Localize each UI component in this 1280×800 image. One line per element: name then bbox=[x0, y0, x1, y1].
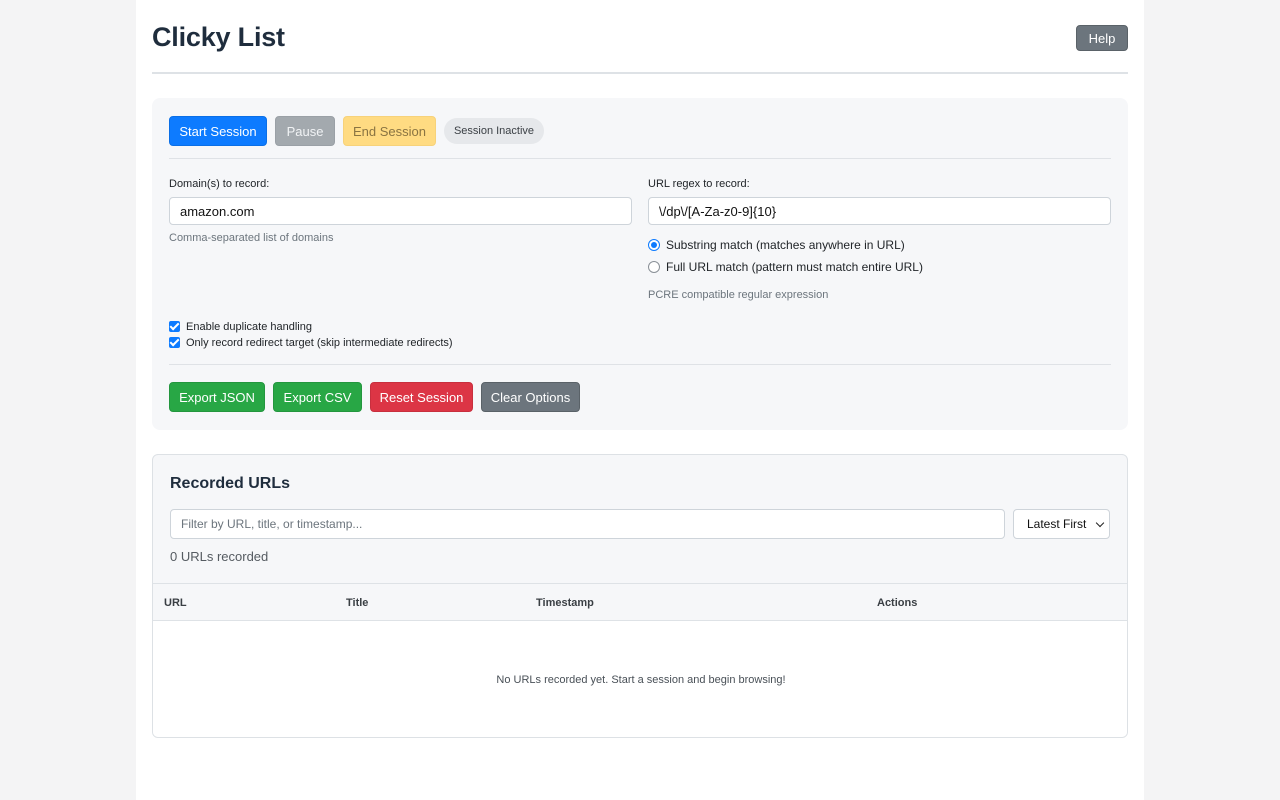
end-session-button[interactable]: End Session bbox=[343, 116, 436, 146]
redirect-target-checkbox[interactable]: Only record redirect target (skip interm… bbox=[169, 336, 453, 350]
column-header-url: URL bbox=[164, 597, 187, 609]
substring-match-radio[interactable]: Substring match (matches anywhere in URL… bbox=[648, 237, 905, 253]
recorded-urls-panel: Recorded URLs Latest First 0 URLs record… bbox=[152, 454, 1128, 738]
column-header-timestamp: Timestamp bbox=[536, 597, 594, 609]
duplicate-handling-checkbox[interactable]: Enable duplicate handling bbox=[169, 320, 312, 334]
empty-state-message: No URLs recorded yet. Start a session an… bbox=[496, 674, 786, 686]
domains-label: Domain(s) to record: bbox=[169, 178, 270, 190]
domains-hint: Comma-separated list of domains bbox=[169, 232, 334, 244]
start-session-button[interactable]: Start Session bbox=[169, 116, 267, 146]
domains-input[interactable] bbox=[169, 197, 632, 225]
export-csv-button[interactable]: Export CSV bbox=[273, 382, 362, 412]
checkbox-checked-icon[interactable] bbox=[169, 321, 180, 332]
page-title: Clicky List bbox=[152, 22, 285, 52]
regex-hint: PCRE compatible regular expression bbox=[648, 289, 829, 301]
sort-select[interactable]: Latest First bbox=[1013, 509, 1110, 539]
filter-input[interactable] bbox=[170, 509, 1005, 539]
reset-session-button[interactable]: Reset Session bbox=[370, 382, 473, 412]
pause-button[interactable]: Pause bbox=[275, 116, 335, 146]
substring-match-label: Substring match (matches anywhere in URL… bbox=[666, 238, 905, 252]
sort-select-value: Latest First bbox=[1027, 517, 1087, 531]
export-json-button[interactable]: Export JSON bbox=[169, 382, 265, 412]
clear-options-button[interactable]: Clear Options bbox=[481, 382, 580, 412]
regex-input[interactable] bbox=[648, 197, 1111, 225]
regex-label: URL regex to record: bbox=[648, 178, 750, 190]
session-status-badge: Session Inactive bbox=[444, 118, 544, 144]
full-url-match-label: Full URL match (pattern must match entir… bbox=[666, 260, 923, 274]
duplicate-handling-label: Enable duplicate handling bbox=[186, 321, 312, 333]
table-header: URL Title Timestamp Actions bbox=[153, 584, 1127, 621]
session-controls-panel: Start Session Pause End Session Session … bbox=[152, 98, 1128, 430]
redirect-target-label: Only record redirect target (skip interm… bbox=[186, 337, 453, 349]
checkbox-checked-icon[interactable] bbox=[169, 337, 180, 348]
full-url-match-radio[interactable]: Full URL match (pattern must match entir… bbox=[648, 259, 923, 275]
divider bbox=[169, 158, 1111, 159]
recorded-urls-title: Recorded URLs bbox=[170, 475, 291, 492]
column-header-title: Title bbox=[346, 597, 369, 609]
divider bbox=[169, 364, 1111, 365]
recorded-urls-table: URL Title Timestamp Actions No URLs reco… bbox=[153, 583, 1127, 737]
header: Clicky List Help bbox=[152, 0, 1128, 74]
chevron-down-icon bbox=[1095, 518, 1105, 528]
column-header-actions: Actions bbox=[877, 597, 918, 609]
url-count: 0 URLs recorded bbox=[170, 549, 269, 564]
help-button[interactable]: Help bbox=[1076, 25, 1128, 51]
radio-checked-icon[interactable] bbox=[648, 239, 660, 251]
page: Clicky List Help Start Session Pause End… bbox=[136, 0, 1144, 800]
radio-unchecked-icon[interactable] bbox=[648, 261, 660, 273]
